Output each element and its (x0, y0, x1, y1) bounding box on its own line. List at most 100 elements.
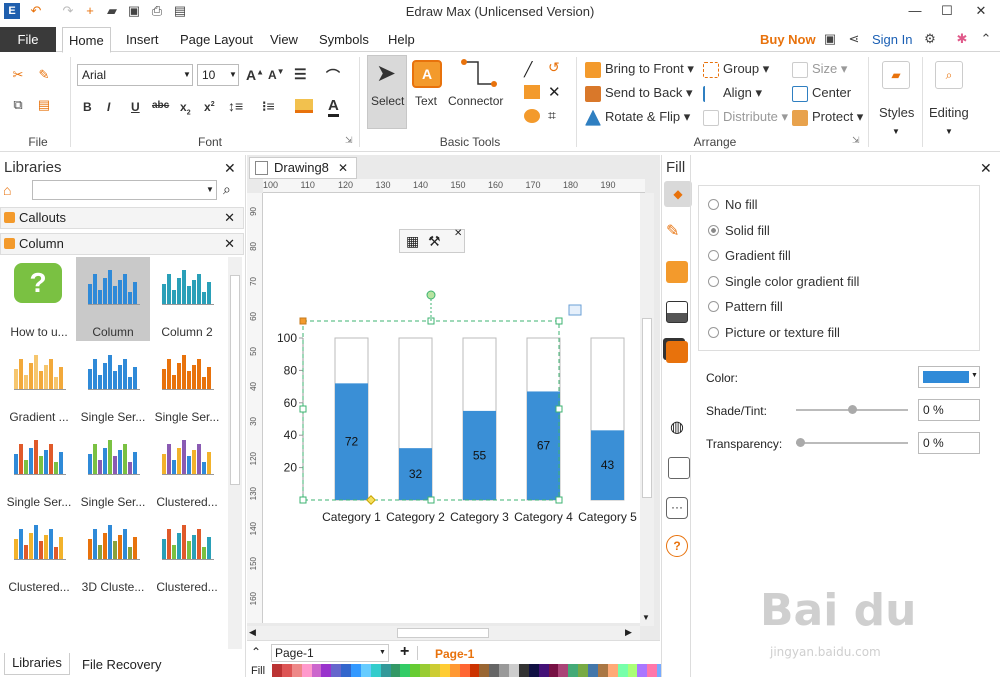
bring-to-front-button[interactable]: Bring to Front ▾ (585, 61, 694, 78)
line-spacing-icon[interactable]: ↕≡ (228, 98, 243, 114)
palette-swatch[interactable] (400, 664, 411, 677)
size-button[interactable]: Size ▾ (792, 61, 847, 78)
align-button[interactable]: Align ▾ (703, 85, 762, 102)
library-item[interactable]: Column 2 (150, 257, 224, 341)
tab-libraries[interactable]: Libraries (4, 653, 70, 675)
rectangle-tool-icon[interactable] (524, 85, 540, 99)
text-path-icon[interactable]: ⌒ (326, 66, 340, 86)
palette-swatch[interactable] (489, 664, 500, 677)
file-menu-tab[interactable]: File (0, 27, 56, 52)
close-icon[interactable]: ✕ (980, 160, 992, 177)
palette-swatch[interactable] (518, 664, 529, 677)
format-painter-icon[interactable]: ✂ (10, 67, 26, 83)
distribute-button[interactable]: Distribute ▾ (703, 109, 788, 126)
palette-swatch[interactable] (479, 664, 490, 677)
rotate-flip-button[interactable]: Rotate & Flip ▾ (585, 109, 690, 126)
chevron-down-icon[interactable]: ▼ (379, 649, 386, 656)
close-icon[interactable]: ✕ (964, 0, 998, 22)
subscript-icon[interactable]: x2 (180, 100, 191, 116)
close-icon[interactable]: ✕ (224, 160, 236, 177)
library-search-input[interactable] (32, 180, 217, 200)
buy-now-link[interactable]: Buy Now (754, 27, 822, 52)
palette-swatch[interactable] (272, 664, 282, 677)
transparency-slider[interactable] (796, 438, 908, 447)
radio-icon[interactable] (708, 199, 719, 210)
group-button[interactable]: Group ▾ (703, 61, 769, 78)
palette-swatch[interactable] (321, 664, 332, 677)
styles-icon[interactable]: ▰ (882, 61, 910, 89)
library-item[interactable]: Single Ser... (150, 342, 224, 426)
maximize-icon[interactable]: ☐ (930, 0, 964, 22)
palette-swatch[interactable] (647, 664, 658, 677)
chevron-down-icon[interactable]: ▼ (945, 127, 953, 136)
palette-swatch[interactable] (301, 664, 312, 677)
palette-swatch[interactable] (390, 664, 401, 677)
shrink-font-icon[interactable]: A▼ (268, 67, 285, 82)
palette-swatch[interactable] (588, 664, 598, 677)
paste-icon[interactable]: ▤ (36, 97, 52, 113)
home-icon[interactable]: ⌂ (3, 182, 11, 198)
font-dialog-launcher-icon[interactable]: ⇲ (345, 135, 353, 146)
align-text-icon[interactable]: ☰ (294, 66, 307, 83)
fill-option[interactable]: Pattern fill (708, 299, 783, 314)
arc-tool-icon[interactable]: ↺ (548, 59, 560, 76)
canvas-horizontal-scrollbar[interactable]: ◀ ▶ (247, 626, 640, 640)
active-page-tab[interactable]: Page-1 (435, 647, 474, 661)
transparency-input[interactable]: 0 % (918, 432, 980, 454)
library-scrollbar[interactable] (228, 257, 242, 649)
fill-option[interactable]: Single color gradient fill (708, 274, 859, 289)
library-item[interactable]: 3D Cluste... (76, 512, 150, 596)
sign-in-link[interactable]: Sign In (866, 27, 918, 52)
tab-file-recovery[interactable]: File Recovery (82, 657, 161, 672)
palette-swatch[interactable] (597, 664, 608, 677)
protect-button[interactable]: Protect ▾ (792, 109, 863, 126)
radio-icon[interactable] (708, 301, 719, 312)
fill-option[interactable]: Solid fill (708, 223, 770, 238)
page-select[interactable]: Page-1 (271, 644, 389, 662)
palette-swatch[interactable] (341, 664, 351, 677)
radio-icon[interactable] (708, 326, 719, 338)
library-item[interactable]: Clustered... (150, 427, 224, 511)
comment-icon[interactable]: ··· (666, 497, 688, 519)
shadow-icon[interactable] (666, 261, 688, 283)
color-palette[interactable] (272, 664, 667, 677)
italic-icon[interactable]: I (107, 100, 110, 114)
underline-icon[interactable]: U (131, 100, 140, 114)
chevron-down-icon[interactable]: ▼ (229, 70, 237, 79)
ellipse-tool-icon[interactable] (524, 109, 540, 123)
text-tool-icon[interactable]: A (412, 60, 442, 88)
document-tab[interactable]: Drawing8 ✕ (249, 157, 357, 179)
palette-swatch[interactable] (558, 664, 569, 677)
tab-help[interactable]: Help (382, 27, 421, 52)
ribbon-collapse-icon[interactable]: ⌃ (978, 31, 994, 47)
palette-swatch[interactable] (370, 664, 381, 677)
palette-swatch[interactable] (420, 664, 430, 677)
tab-home[interactable]: Home (62, 27, 111, 53)
fill-option[interactable]: Picture or texture fill (708, 325, 840, 340)
palette-swatch[interactable] (430, 664, 440, 677)
fill-option[interactable]: No fill (708, 197, 758, 212)
font-family-select[interactable]: Arial (77, 64, 193, 86)
pen-tool-icon[interactable]: ✕ (548, 83, 561, 101)
palette-swatch[interactable] (410, 664, 421, 677)
editing-button[interactable]: Editing (929, 105, 969, 120)
library-item[interactable]: Single Ser... (76, 342, 150, 426)
palette-swatch[interactable] (281, 664, 292, 677)
app-colors-icon[interactable]: ✱ (954, 31, 970, 47)
library-item[interactable]: Single Ser... (76, 427, 150, 511)
connector-tool-icon[interactable] (460, 58, 500, 90)
chevron-down-icon[interactable]: ▼ (183, 70, 191, 79)
tab-view[interactable]: View (264, 27, 304, 52)
font-color-icon[interactable]: A (328, 97, 339, 117)
highlight-color-icon[interactable] (295, 99, 313, 113)
shade-tint-input[interactable]: 0 % (918, 399, 980, 421)
library-item[interactable]: Single Ser... (2, 427, 76, 511)
library-item[interactable]: Gradient ... (2, 342, 76, 426)
add-page-icon[interactable]: + (400, 643, 409, 661)
copy-icon[interactable]: ⧉ (10, 97, 26, 113)
line-tool-icon[interactable]: ╱ (524, 61, 532, 78)
send-to-back-button[interactable]: Send to Back ▾ (585, 85, 692, 102)
strikethrough-icon[interactable]: abc (152, 100, 169, 111)
minimize-icon[interactable]: — (898, 0, 932, 22)
text-tool-label[interactable]: Text (415, 94, 437, 108)
